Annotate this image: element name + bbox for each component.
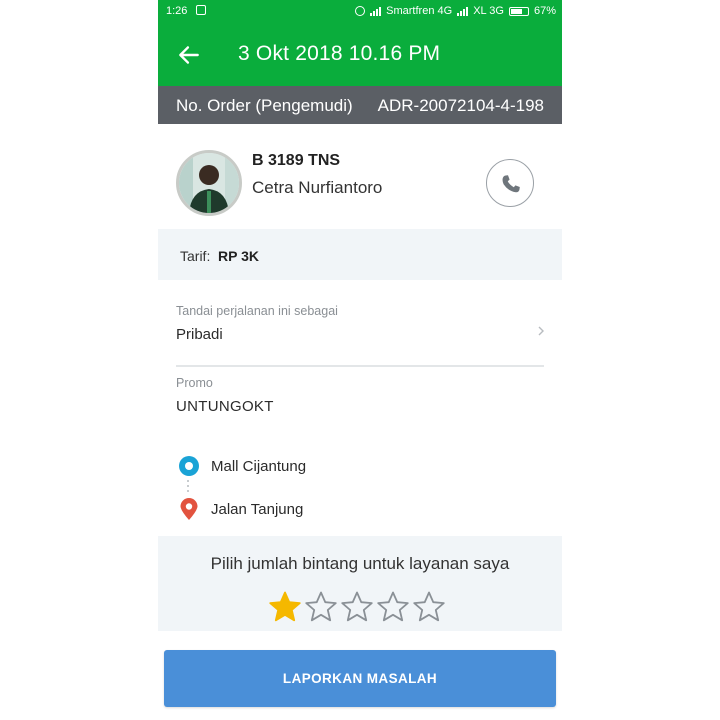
status-carrier-1: Smartfren 4G — [386, 5, 453, 17]
route-section: Mall Cijantung Jalan Tanjung — [158, 440, 562, 532]
driver-avatar — [176, 150, 242, 216]
page-title: 3 Okt 2018 10.16 PM — [238, 42, 441, 65]
phone-screen: 1:26 Smartfren 4G XL 3G 67% 3 Okt 2018 1… — [158, 0, 562, 720]
rating-panel: Pilih jumlah bintang untuk layanan saya — [158, 536, 562, 631]
order-label: No. Order (Pengemudi) — [176, 96, 353, 115]
phone-icon — [502, 175, 520, 193]
signal-icon-2 — [457, 6, 469, 16]
app-bar: 3 Okt 2018 10.16 PM — [158, 24, 562, 86]
chevron-right-icon — [538, 326, 544, 336]
order-number: ADR-20072104-4-198 — [377, 96, 544, 115]
order-number-bar: No. Order (Pengemudi) ADR-20072104-4-198 — [158, 86, 562, 124]
driver-name: Cetra Nurfiantoro — [252, 178, 383, 197]
battery-percent: 67% — [533, 5, 556, 17]
trip-tag-row[interactable]: Tandai perjalanan ini sebagai Pribadi — [158, 290, 562, 366]
status-time: 1:26 — [166, 5, 188, 17]
route-destination: Jalan Tanjung — [211, 501, 304, 518]
promo-code: UNTUNGOKT — [176, 398, 274, 415]
fare-value: RP 3K — [218, 248, 259, 264]
divider — [176, 365, 544, 367]
rating-prompt: Pilih jumlah bintang untuk layanan saya — [210, 554, 510, 573]
star-rating — [268, 590, 446, 624]
star-4-icon[interactable] — [376, 590, 410, 624]
signal-icon — [370, 6, 382, 16]
vehicle-plate: B 3189 TNS — [252, 152, 341, 169]
destination-pin-icon — [180, 498, 198, 520]
trip-tag-caption: Tandai perjalanan ini sebagai — [176, 304, 338, 318]
route-origin: Mall Cijantung — [211, 458, 307, 475]
star-3-icon[interactable] — [340, 590, 374, 624]
driver-card: B 3189 TNS Cetra Nurfiantoro — [158, 124, 562, 229]
fare-label: Tarif: — [180, 248, 211, 264]
call-driver-button[interactable] — [486, 159, 534, 207]
battery-icon — [508, 6, 529, 16]
route-connector — [187, 480, 190, 494]
status-carrier-2: XL 3G — [473, 5, 504, 17]
promo-caption: Promo — [176, 376, 213, 390]
alarm-icon — [355, 6, 366, 16]
origin-pin-icon — [179, 456, 199, 476]
notification-icon — [196, 5, 206, 15]
trip-tag-value: Pribadi — [176, 326, 223, 343]
report-problem-button[interactable]: LAPORKAN MASALAH — [164, 650, 556, 707]
star-5-icon[interactable] — [412, 590, 446, 624]
star-2-icon[interactable] — [304, 590, 338, 624]
status-right: Smartfren 4G XL 3G 67% — [355, 5, 556, 17]
fare-panel: Tarif: RP 3K — [158, 229, 562, 280]
status-bar: 1:26 Smartfren 4G XL 3G 67% — [158, 0, 562, 24]
star-1-icon[interactable] — [268, 590, 302, 624]
promo-section: Promo UNTUNGOKT — [158, 368, 562, 428]
arrow-left-icon[interactable] — [176, 42, 202, 68]
